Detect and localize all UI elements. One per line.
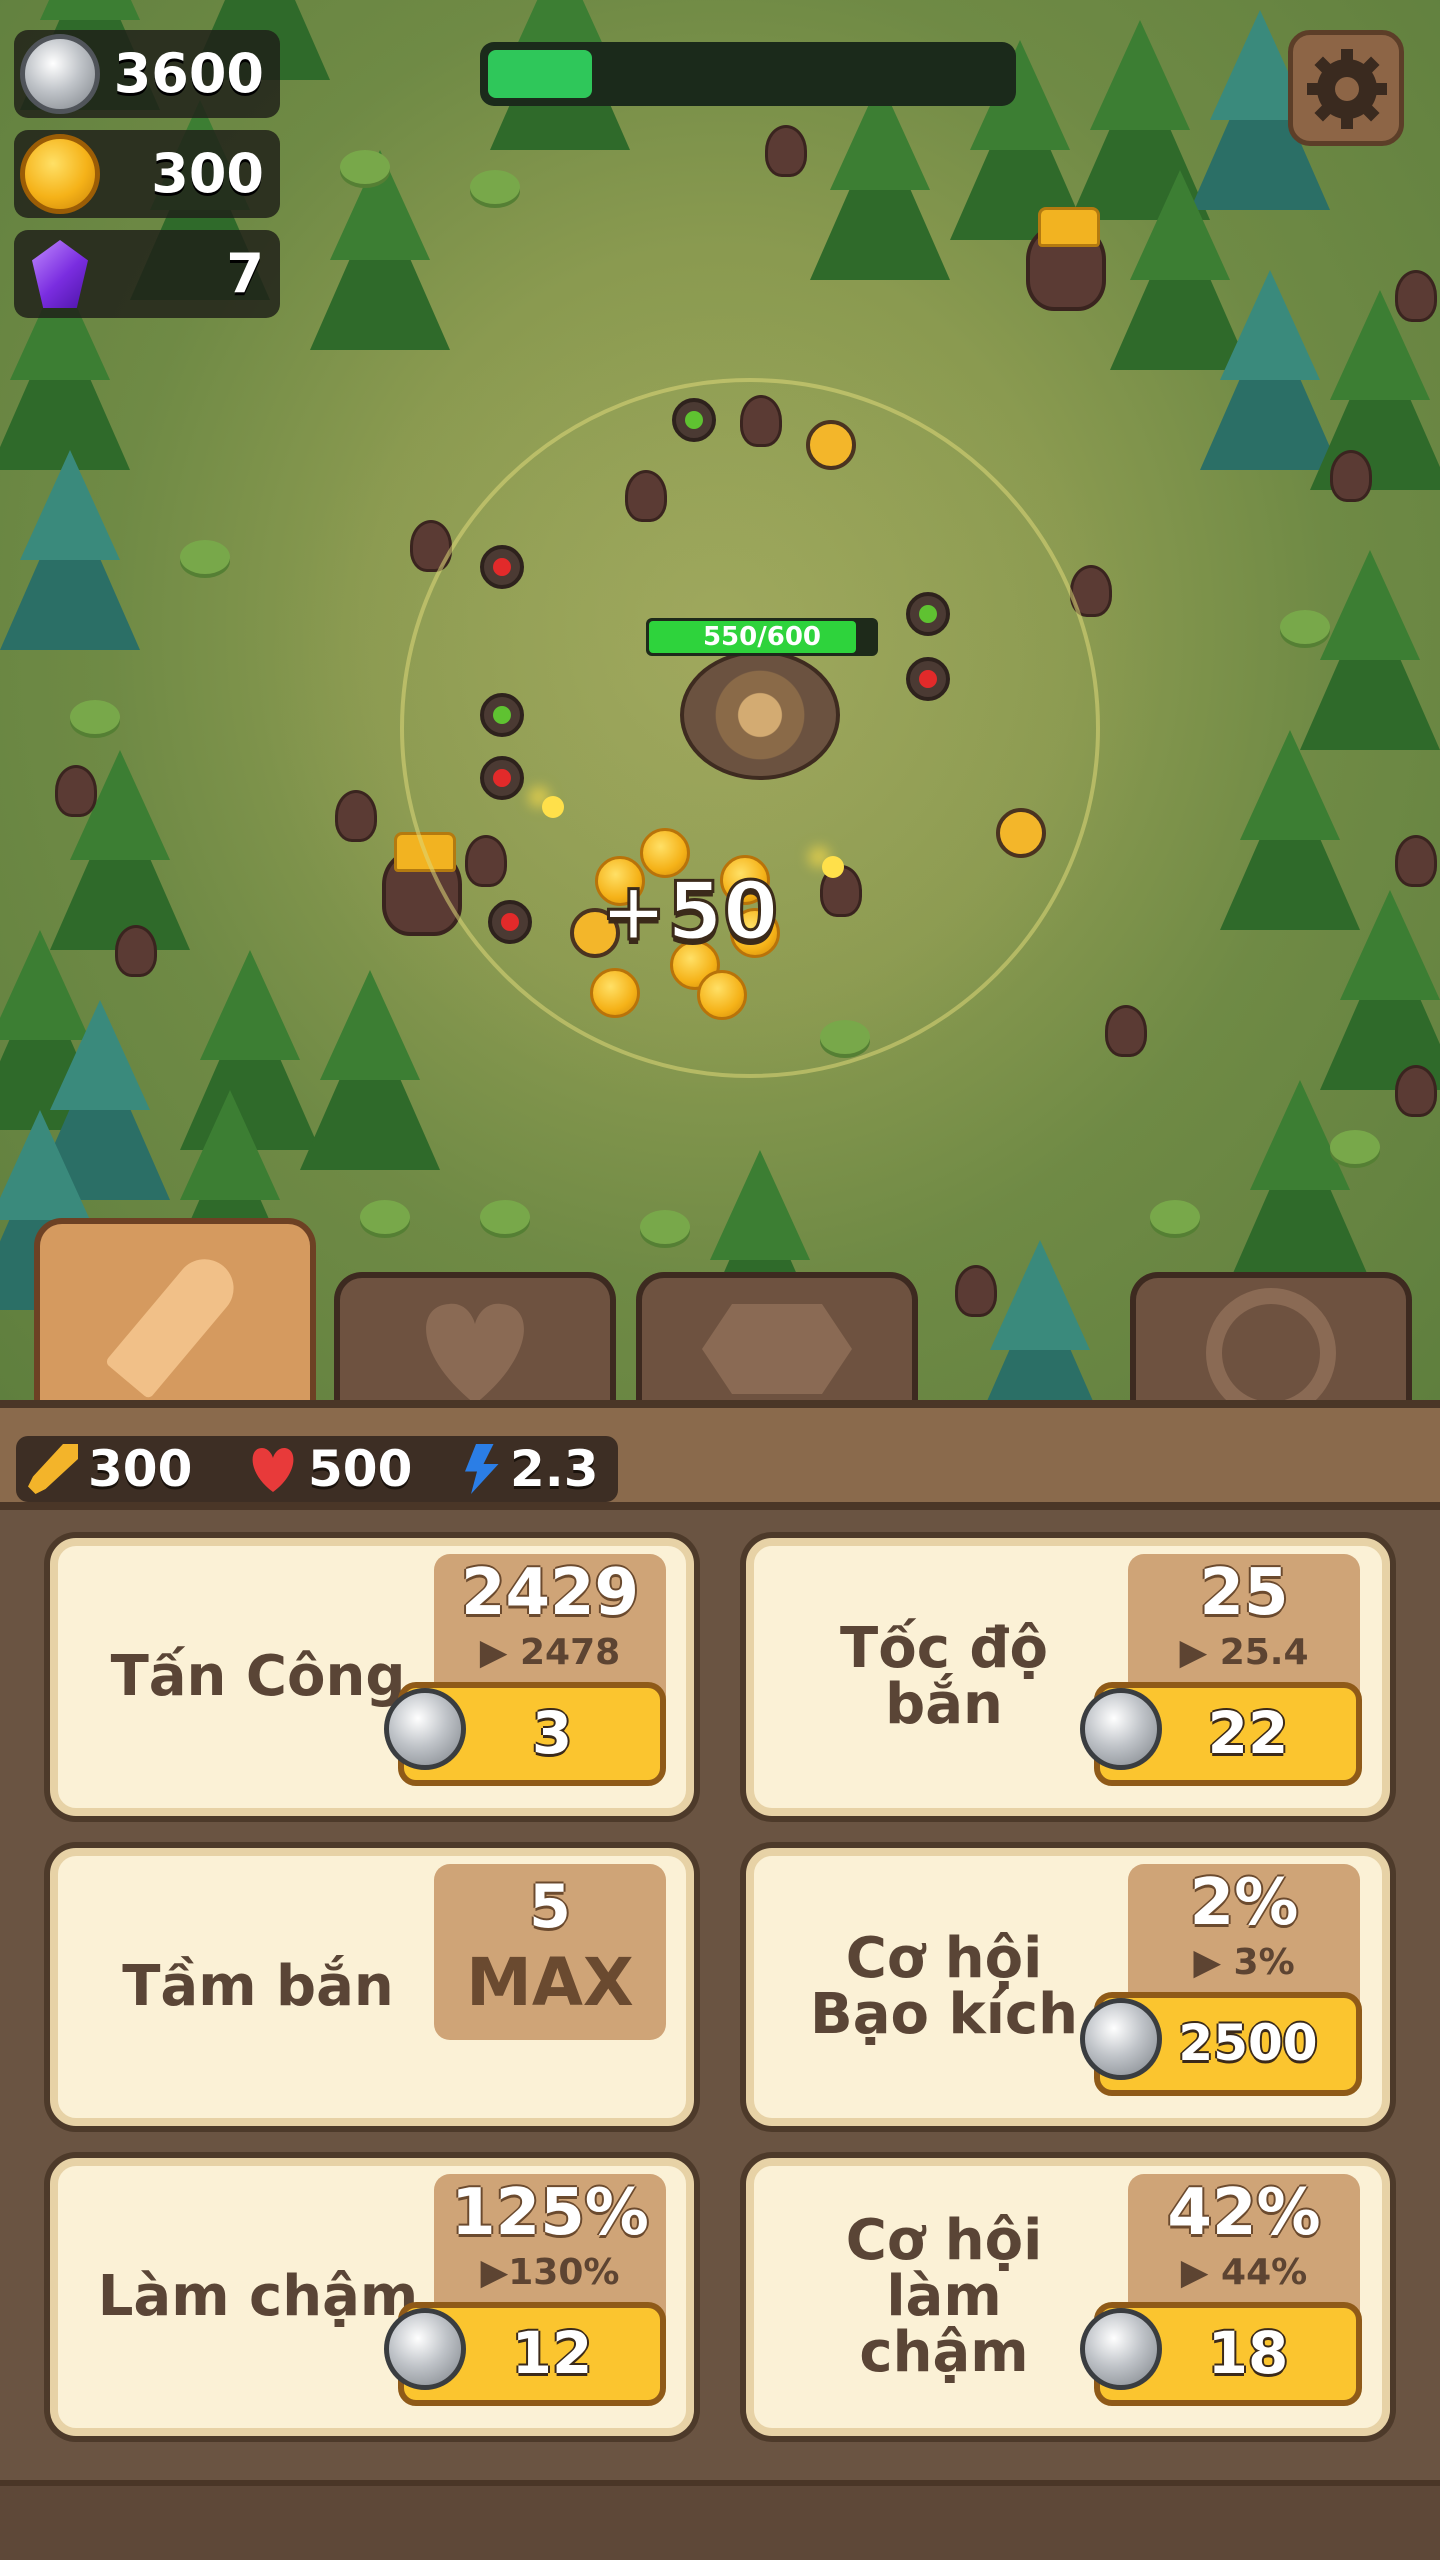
rock [1105, 1005, 1147, 1057]
upgrade-card-slow-chance: Cơ hội làm chậm 42% ▶ 44% 18 [746, 2158, 1390, 2436]
rock [1330, 450, 1372, 502]
upgrade-label: Cơ hội làm chậm [845, 2208, 1043, 2385]
gem-amount: 7 [226, 242, 264, 305]
current-value: 125% [451, 2176, 649, 2250]
upgrade-label: Làm chậm [97, 2264, 419, 2329]
upgrade-card-fire-rate: Tốc độ bắn 25 ▶ 25.4 22 [746, 1538, 1390, 1816]
game-map[interactable]: 550/600 +50 3600 300 7 [0, 0, 1440, 1400]
bush [70, 700, 120, 734]
silver-coin-icon [1080, 2308, 1162, 2390]
tower-stats: 300 500 2.3 [16, 1436, 618, 1502]
bush [480, 1200, 530, 1234]
settings-button[interactable] [1288, 30, 1404, 146]
bottom-strip [0, 2480, 1440, 2560]
bush [340, 150, 390, 184]
rock [115, 925, 157, 977]
silver-counter: 3600 [14, 30, 280, 118]
enemy-spawner [1026, 207, 1106, 311]
rock [765, 125, 807, 177]
coin-drop[interactable] [590, 968, 640, 1018]
bush [1330, 1130, 1380, 1164]
upgrade-label: Cơ hội Bạo kích [810, 1926, 1078, 2047]
attack-icon [28, 1444, 78, 1494]
current-value: 25 [1199, 1556, 1289, 1630]
attack-stat: 300 [88, 1440, 193, 1498]
upgrade-card-attack: Tấn Công 2429 ▶ 2478 3 [50, 1538, 694, 1816]
health-icon [248, 1444, 298, 1494]
projectile [542, 796, 564, 818]
rock [335, 790, 377, 842]
gem-counter: 7 [14, 230, 280, 318]
next-value: ▶ 3% [1193, 1942, 1295, 1983]
silver-coin-icon [384, 2308, 466, 2390]
tab-health[interactable] [334, 1272, 616, 1402]
max-label: MAX [466, 1944, 634, 2021]
sword-icon [104, 1247, 246, 1400]
upgrade-card-slow: Làm chậm 125% ▶130% 12 [50, 2158, 694, 2436]
coin-drop[interactable] [697, 970, 747, 1020]
rock [955, 1265, 997, 1317]
bush [640, 1210, 690, 1244]
tab-economy[interactable] [636, 1272, 918, 1402]
heart-icon [415, 1296, 535, 1406]
bush [1150, 1200, 1200, 1234]
bush [360, 1200, 410, 1234]
upgrade-label: Tốc độ bắn [840, 1616, 1048, 1737]
reward-popup-text: +50 [598, 864, 779, 960]
tab-attack[interactable] [34, 1218, 316, 1408]
silver-amount: 3600 [113, 42, 264, 105]
current-value: 5 [529, 1872, 571, 1942]
rock [1395, 270, 1437, 322]
current-value: 42% [1167, 2176, 1321, 2250]
next-value: ▶130% [480, 2252, 620, 2293]
next-value: ▶ 44% [1180, 2252, 1308, 2293]
gold-coin-icon [20, 134, 100, 214]
projectile [822, 856, 844, 878]
tab-utility[interactable] [1130, 1272, 1412, 1418]
upgrade-card-range: Tầm bắn 5 MAX [50, 1848, 694, 2126]
current-value: 2% [1189, 1866, 1299, 1940]
health-stat: 500 [308, 1440, 413, 1498]
upgrade-label: Tầm bắn [122, 1954, 394, 2019]
wave-progress-bar [480, 42, 1016, 106]
gold-counter: 300 [14, 130, 280, 218]
silver-coin-icon [20, 34, 100, 114]
upgrade-panel: 300 500 2.3 Tấn Công 2429 ▶ 2478 3 Tốc đ… [0, 1400, 1440, 2560]
bush [180, 540, 230, 574]
wave-progress-fill [488, 50, 592, 98]
tower-hp-text: 550/600 [702, 622, 822, 652]
rock [1395, 1065, 1437, 1117]
rock [1395, 835, 1437, 887]
bush [470, 170, 520, 204]
next-value: ▶ 25.4 [1179, 1632, 1309, 1673]
gold-amount: 300 [151, 142, 264, 205]
upgrade-card-crit-chance: Cơ hội Bạo kích 2% ▶ 3% 2500 [746, 1848, 1390, 2126]
rock [55, 765, 97, 817]
speed-stat: 2.3 [510, 1440, 599, 1498]
silver-coin-icon [1080, 1688, 1162, 1770]
tower-hp-bar: 550/600 [646, 618, 878, 656]
next-value: ▶ 2478 [479, 1632, 621, 1673]
upgrade-label: Tấn Công [110, 1644, 406, 1709]
current-value: 2429 [460, 1556, 640, 1630]
player-tower[interactable] [680, 650, 840, 780]
gear-icon [1307, 49, 1387, 129]
silver-coin-icon [1080, 1998, 1162, 2080]
gem-icon [20, 234, 100, 314]
silver-coin-icon [384, 1688, 466, 1770]
stats-band: 300 500 2.3 [0, 1400, 1440, 1510]
bush [1280, 610, 1330, 644]
speed-icon [465, 1444, 499, 1494]
diamond-icon [702, 1304, 852, 1394]
upgrade-value-box: 5 MAX [434, 1864, 666, 2040]
target-icon [1206, 1288, 1336, 1418]
